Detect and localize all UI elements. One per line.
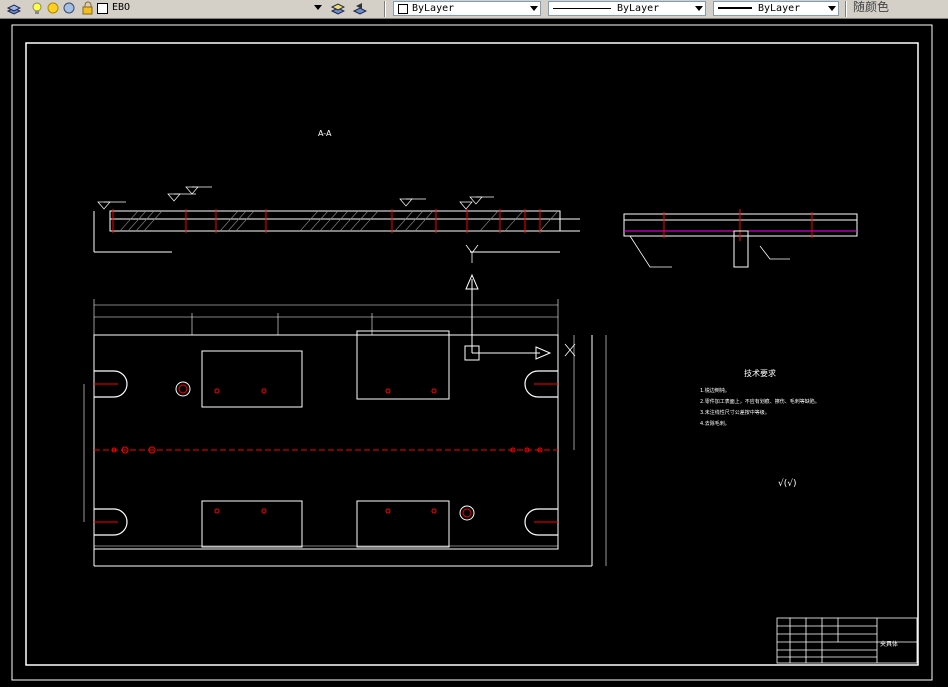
chevron-down-icon [695, 6, 703, 11]
sheet-inner-border [25, 42, 919, 666]
tech-line-1: 1.锐边倒钝。 [700, 387, 730, 394]
tech-line-3: 3.未注线性尺寸公差按中等级。 [700, 409, 770, 416]
layer-color-swatch [97, 3, 108, 14]
make-current-layer-icon[interactable] [330, 1, 345, 16]
tech-requirements: 技术要求 1.锐边倒钝。 2.零件加工表面上，不应有划痕、擦伤、毛刺等缺陷。 3… [700, 368, 820, 489]
toolbar-separator [384, 1, 386, 17]
color-swatch [398, 4, 408, 14]
properties-toolbar: EBO ByLayer ByLayer ByLayer 随颜色 [0, 0, 948, 19]
sun-freeze-icon[interactable] [46, 1, 61, 16]
toolbar-separator [845, 1, 847, 17]
layer-dropdown-arrow[interactable] [314, 5, 322, 10]
layer-manager-icon[interactable] [6, 1, 21, 16]
tech-title: 技术要求 [744, 368, 776, 378]
lineweight-control[interactable]: ByLayer [713, 1, 839, 16]
plot-style-control[interactable]: 随颜色 [850, 1, 948, 16]
layer-previous-icon[interactable] [352, 1, 367, 16]
layer-name: EBO [112, 2, 131, 13]
padlock-icon[interactable] [80, 1, 95, 16]
color-value: ByLayer [412, 3, 455, 14]
linetype-value: ByLayer [617, 3, 660, 14]
side-view [623, 209, 858, 268]
section-label: A-A [318, 129, 332, 138]
lightbulb-icon[interactable] [30, 1, 45, 16]
chevron-down-icon [828, 6, 836, 11]
drawing-canvas[interactable]: A-A 技术要求 1.锐边倒钝。 2.零件加工表面上，不应有划痕、擦伤、毛刺等缺… [0, 19, 948, 687]
linetype-control[interactable]: ByLayer [548, 1, 706, 16]
title-block-name: 夹具体 [880, 640, 898, 648]
plan-view [83, 299, 607, 567]
section-view [93, 186, 580, 263]
linetype-preview [553, 8, 611, 9]
plot-style-value: 随颜色 [853, 0, 890, 14]
lineweight-value: ByLayer [758, 3, 801, 14]
chevron-down-icon [530, 6, 538, 11]
tech-line-2: 2.零件加工表面上，不应有划痕、擦伤、毛刺等缺陷。 [700, 398, 820, 405]
cad-drawing: A-A 技术要求 1.锐边倒钝。 2.零件加工表面上，不应有划痕、擦伤、毛刺等缺… [11, 24, 933, 681]
tech-line-4: 4.去除毛刺。 [700, 420, 730, 427]
roughness-symbol: √(√) [778, 478, 797, 489]
title-block: 夹具体 [776, 617, 918, 664]
lineweight-preview [718, 7, 752, 9]
color-control[interactable]: ByLayer [393, 1, 541, 16]
lock-icon[interactable] [62, 1, 77, 16]
